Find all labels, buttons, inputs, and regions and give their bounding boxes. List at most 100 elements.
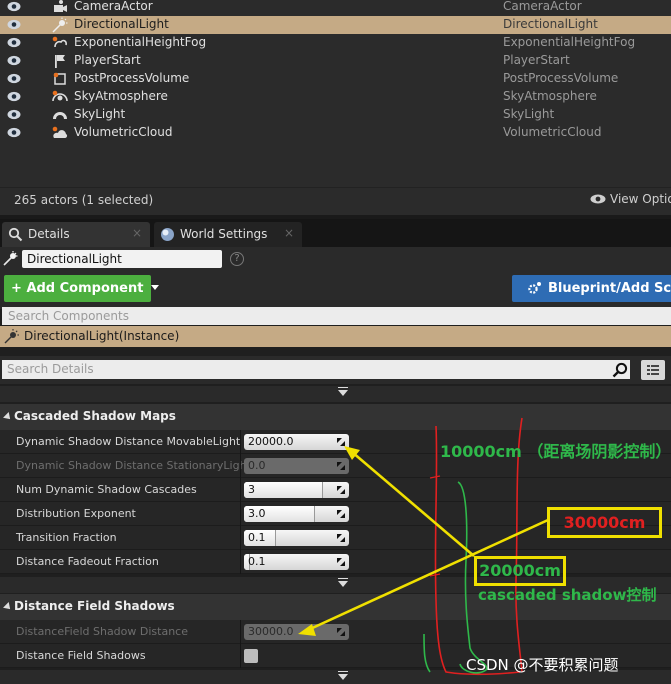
property-value: 3.0 bbox=[248, 507, 266, 520]
tab-details-label: Details bbox=[28, 227, 70, 241]
actor-count: 265 actors (1 selected) bbox=[14, 193, 154, 207]
column-divider bbox=[240, 502, 241, 526]
close-icon[interactable]: × bbox=[284, 226, 294, 240]
property-label: Distribution Exponent bbox=[16, 507, 136, 520]
add-component-button[interactable]: + Add Component bbox=[4, 275, 159, 302]
search-components-input[interactable]: Search Components bbox=[2, 307, 671, 325]
search-icon[interactable] bbox=[612, 362, 628, 378]
property-label: DistanceField Shadow Distance bbox=[16, 625, 188, 638]
property-value-input[interactable]: 0.1 bbox=[244, 554, 349, 570]
actor-label: ExponentialHeightFog bbox=[74, 35, 207, 49]
component-tree-item[interactable]: DirectionalLight(Instance) bbox=[0, 326, 671, 347]
world-outliner: CameraActor CameraActor DirectionalLight Di… bbox=[0, 0, 671, 215]
expand-arrow-icon bbox=[338, 578, 348, 587]
outliner-row[interactable]: SkyLight SkyLight bbox=[0, 106, 671, 124]
category-cascaded-shadow-maps[interactable]: Cascaded Shadow Maps bbox=[0, 404, 671, 430]
blueprint-add-script-label: Blueprint/Add Script bbox=[548, 281, 671, 296]
eye-icon[interactable] bbox=[7, 73, 21, 84]
category-title: Distance Field Shadows bbox=[14, 599, 175, 613]
flag-icon bbox=[55, 55, 65, 68]
help-icon[interactable]: ? bbox=[230, 252, 244, 266]
panel-tabs: Details × World Settings × bbox=[0, 219, 671, 247]
actor-label: DirectionalLight bbox=[74, 17, 169, 31]
property-value-input[interactable]: 3 bbox=[244, 482, 349, 498]
reset-arrow-icon[interactable] bbox=[335, 556, 347, 568]
tab-details[interactable]: Details × bbox=[2, 222, 150, 247]
outliner-row[interactable]: PostProcessVolume PostProcessVolume bbox=[0, 70, 671, 88]
annotation-20000cm: 20000cm bbox=[474, 556, 566, 586]
outliner-row[interactable]: CameraActor CameraActor bbox=[0, 0, 671, 16]
column-divider bbox=[240, 550, 241, 574]
property-row: DistanceField Shadow Distance 30000.0 bbox=[0, 620, 671, 644]
reset-arrow-icon[interactable] bbox=[335, 532, 347, 544]
reset-arrow-icon[interactable] bbox=[335, 484, 347, 496]
add-component-label: Add Component bbox=[26, 281, 144, 296]
advanced-expander[interactable] bbox=[0, 386, 671, 402]
property-value-input: 0.0 bbox=[244, 458, 349, 474]
outliner-row[interactable]: DirectionalLight DirectionalLight bbox=[0, 16, 671, 34]
tab-world-settings[interactable]: World Settings × bbox=[154, 222, 302, 247]
grid-icon bbox=[647, 365, 659, 375]
reset-arrow-icon[interactable] bbox=[335, 626, 347, 638]
column-divider bbox=[240, 526, 241, 550]
eye-icon[interactable] bbox=[7, 1, 21, 12]
eye-icon[interactable] bbox=[7, 55, 21, 66]
actor-type: SkyAtmosphere bbox=[503, 89, 597, 103]
eye-icon bbox=[590, 194, 606, 204]
actor-label: CameraActor bbox=[74, 0, 153, 13]
actor-name-input[interactable]: DirectionalLight bbox=[22, 250, 222, 268]
close-icon[interactable]: × bbox=[132, 226, 142, 240]
outliner-row[interactable]: SkyAtmosphere SkyAtmosphere bbox=[0, 88, 671, 106]
property-value-input[interactable]: 20000.0 bbox=[244, 434, 349, 450]
camera-icon bbox=[54, 0, 67, 12]
eye-icon[interactable] bbox=[7, 19, 21, 30]
outliner-row[interactable]: ExponentialHeightFog ExponentialHeightFog bbox=[0, 34, 671, 52]
reset-arrow-icon[interactable] bbox=[335, 460, 347, 472]
column-divider bbox=[240, 644, 241, 668]
actor-name-row: DirectionalLight ? bbox=[0, 247, 671, 271]
eye-icon[interactable] bbox=[7, 127, 21, 138]
sun-icon bbox=[4, 329, 19, 344]
property-checkbox[interactable] bbox=[244, 649, 258, 663]
actor-type: SkyLight bbox=[503, 107, 555, 121]
column-divider bbox=[240, 620, 241, 644]
property-value-input[interactable]: 3.0 bbox=[244, 506, 349, 522]
chevron-down-icon bbox=[150, 285, 159, 290]
sun-icon bbox=[3, 251, 18, 266]
property-row: Num Dynamic Shadow Cascades 3 bbox=[0, 478, 671, 502]
outliner-row[interactable]: PlayerStart PlayerStart bbox=[0, 52, 671, 70]
actor-type: ExponentialHeightFog bbox=[503, 35, 636, 49]
column-divider bbox=[240, 430, 241, 454]
property-row: Distance Fadeout Fraction 0.1 bbox=[0, 550, 671, 574]
collapse-arrow-icon bbox=[3, 412, 13, 422]
view-options-button[interactable]: View Options bbox=[590, 192, 671, 206]
expand-arrow-icon bbox=[338, 387, 348, 396]
property-value-input[interactable]: 0.1 bbox=[244, 530, 349, 546]
fog-icon bbox=[52, 36, 67, 48]
atmosphere-icon bbox=[52, 90, 68, 102]
property-label: Distance Field Shadows bbox=[16, 649, 146, 662]
skylight-icon bbox=[53, 112, 67, 119]
gear-icon bbox=[528, 282, 541, 294]
annotation-30000cm: 30000cm bbox=[547, 507, 662, 538]
actor-label: SkyAtmosphere bbox=[74, 89, 168, 103]
property-label: Transition Fraction bbox=[16, 531, 117, 544]
annotation-cascaded-shadow: cascaded shadow控制 bbox=[478, 586, 657, 604]
collapse-arrow-icon bbox=[3, 602, 13, 612]
eye-icon[interactable] bbox=[7, 91, 21, 102]
property-value: 0.0 bbox=[248, 459, 266, 472]
actor-label: PlayerStart bbox=[74, 53, 141, 67]
search-details-input[interactable]: Search Details bbox=[2, 360, 630, 379]
reset-arrow-icon[interactable] bbox=[335, 508, 347, 520]
actor-type: PlayerStart bbox=[503, 53, 570, 67]
outliner-row[interactable]: VolumetricCloud VolumetricCloud bbox=[0, 124, 671, 142]
reset-arrow-icon[interactable] bbox=[335, 436, 347, 448]
component-buttons-row: + Add Component Blueprint/Add Script bbox=[0, 271, 671, 309]
eye-icon[interactable] bbox=[7, 37, 21, 48]
eye-icon[interactable] bbox=[7, 109, 21, 120]
watermark: CSDN @不要积累问题 bbox=[466, 656, 619, 674]
property-label: Dynamic Shadow Distance StationaryLight bbox=[16, 459, 251, 472]
blueprint-add-script-button[interactable]: Blueprint/Add Script bbox=[512, 275, 671, 302]
property-matrix-button[interactable] bbox=[641, 360, 665, 380]
plus-icon: + bbox=[11, 281, 22, 296]
